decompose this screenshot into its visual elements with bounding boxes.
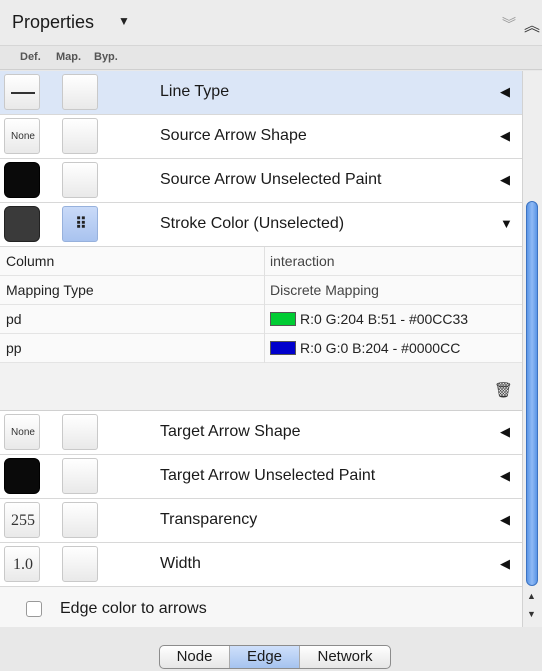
mapping-key: pp (6, 340, 22, 356)
mapping-cell-active[interactable]: ⠿ (62, 206, 98, 242)
double-chevron-up-icon[interactable]: ︽ (524, 12, 540, 36)
collapsed-arrow-icon[interactable]: ◀ (500, 128, 510, 144)
vertical-scrollbar[interactable]: ▲ ▼ (522, 71, 542, 627)
collapsed-arrow-icon[interactable]: ◀ (500, 424, 510, 440)
property-label: Target Arrow Unselected Paint (160, 467, 376, 484)
scrollbar-thumb[interactable] (526, 201, 538, 586)
mapping-column-select[interactable]: interaction (270, 253, 335, 269)
default-color-swatch[interactable] (4, 206, 40, 242)
mapping-row-type: Mapping Type Discrete Mapping (0, 276, 522, 305)
default-cell[interactable]: None (4, 414, 40, 450)
tab-node[interactable]: Node (160, 646, 230, 668)
mapping-cell[interactable] (62, 546, 98, 582)
edge-color-to-arrows-checkbox[interactable] (26, 601, 42, 617)
default-cell[interactable]: None (4, 118, 40, 154)
trash-icon[interactable]: 🗑 (494, 381, 513, 399)
default-cell[interactable]: 255 (4, 502, 40, 538)
scroll-down-arrow-icon[interactable]: ▼ (527, 609, 536, 619)
property-label: Transparency (160, 511, 258, 528)
collapsed-arrow-icon[interactable]: ◀ (500, 84, 510, 100)
scroll-up-arrow-icon[interactable]: ▲ (527, 591, 536, 601)
property-row-line-type[interactable]: Line Type ◀ (0, 71, 522, 115)
mapping-key: Mapping Type (6, 282, 94, 298)
property-list: Line Type ◀ None Source Arrow Shape ◀ So… (0, 71, 522, 627)
mapping-cell[interactable] (62, 502, 98, 538)
property-row-width[interactable]: 1.0 Width ◀ (0, 543, 522, 587)
property-label: Target Arrow Shape (160, 423, 301, 440)
collapsed-arrow-icon[interactable]: ◀ (500, 468, 510, 484)
mapping-cell[interactable] (62, 118, 98, 154)
expanded-arrow-icon[interactable]: ▼ (500, 216, 513, 231)
mapping-value[interactable]: R:0 G:0 B:204 - #0000CC (300, 340, 460, 356)
column-header: Def. Map. Byp. (0, 46, 542, 70)
property-row-transparency[interactable]: 255 Transparency ◀ (0, 499, 522, 543)
checkbox-label: Edge color to arrows (60, 600, 207, 617)
collapsed-arrow-icon[interactable]: ◀ (500, 512, 510, 528)
property-row-target-arrow-paint[interactable]: Target Arrow Unselected Paint ◀ (0, 455, 522, 499)
mapping-cell[interactable] (62, 414, 98, 450)
default-cell[interactable] (4, 74, 40, 110)
default-cell[interactable]: 1.0 (4, 546, 40, 582)
tab-edge[interactable]: Edge (230, 646, 300, 668)
line-type-icon (11, 92, 35, 94)
default-color-swatch[interactable] (4, 162, 40, 198)
mapping-cell[interactable] (62, 74, 98, 110)
property-label: Width (160, 555, 201, 572)
property-row-source-arrow-shape[interactable]: None Source Arrow Shape ◀ (0, 115, 522, 159)
property-label: Source Arrow Shape (160, 127, 307, 144)
mapping-grid-icon: ⠿ (75, 216, 87, 233)
color-swatch[interactable] (270, 341, 296, 355)
mapping-cell[interactable] (62, 458, 98, 494)
property-row-source-arrow-paint[interactable]: Source Arrow Unselected Paint ◀ (0, 159, 522, 203)
property-label: Source Arrow Unselected Paint (160, 171, 382, 188)
mapping-row-column: Column interaction (0, 247, 522, 276)
mapping-key: pd (6, 311, 22, 327)
mapping-entry-row[interactable]: pp R:0 G:0 B:204 - #0000CC (0, 334, 522, 363)
column-byp: Byp. (94, 51, 118, 63)
mapping-type-select[interactable]: Discrete Mapping (270, 282, 379, 298)
mapping-cell[interactable] (62, 162, 98, 198)
tab-bar: Node Edge Network (159, 645, 391, 669)
double-chevron-down-icon[interactable]: ︾ (502, 14, 516, 34)
mapping-key: Column (6, 253, 55, 269)
property-row-target-arrow-shape[interactable]: None Target Arrow Shape ◀ (0, 411, 522, 455)
color-swatch[interactable] (270, 312, 296, 326)
panel-title: Properties (12, 12, 95, 32)
property-label: Line Type (160, 83, 230, 100)
column-map: Map. (56, 51, 82, 63)
default-color-swatch[interactable] (4, 458, 40, 494)
collapsed-arrow-icon[interactable]: ◀ (500, 172, 510, 188)
caret-down-icon[interactable]: ▼ (118, 14, 130, 28)
property-label: Stroke Color (Unselected) (160, 215, 345, 232)
mapping-detail-table: Column interaction Mapping Type Discrete… (0, 247, 522, 411)
mapping-entry-row[interactable]: pd R:0 G:204 B:51 - #00CC33 (0, 305, 522, 334)
edge-color-to-arrows-row: Edge color to arrows (0, 587, 522, 627)
column-def: Def. (20, 51, 41, 63)
property-row-stroke-color[interactable]: ⠿ Stroke Color (Unselected) ▼ (0, 203, 522, 247)
collapsed-arrow-icon[interactable]: ◀ (500, 556, 510, 572)
panel-header: Properties ▼ ︾ ︽ (0, 0, 542, 46)
tab-network[interactable]: Network (300, 646, 390, 668)
mapping-value[interactable]: R:0 G:204 B:51 - #00CC33 (300, 311, 468, 327)
